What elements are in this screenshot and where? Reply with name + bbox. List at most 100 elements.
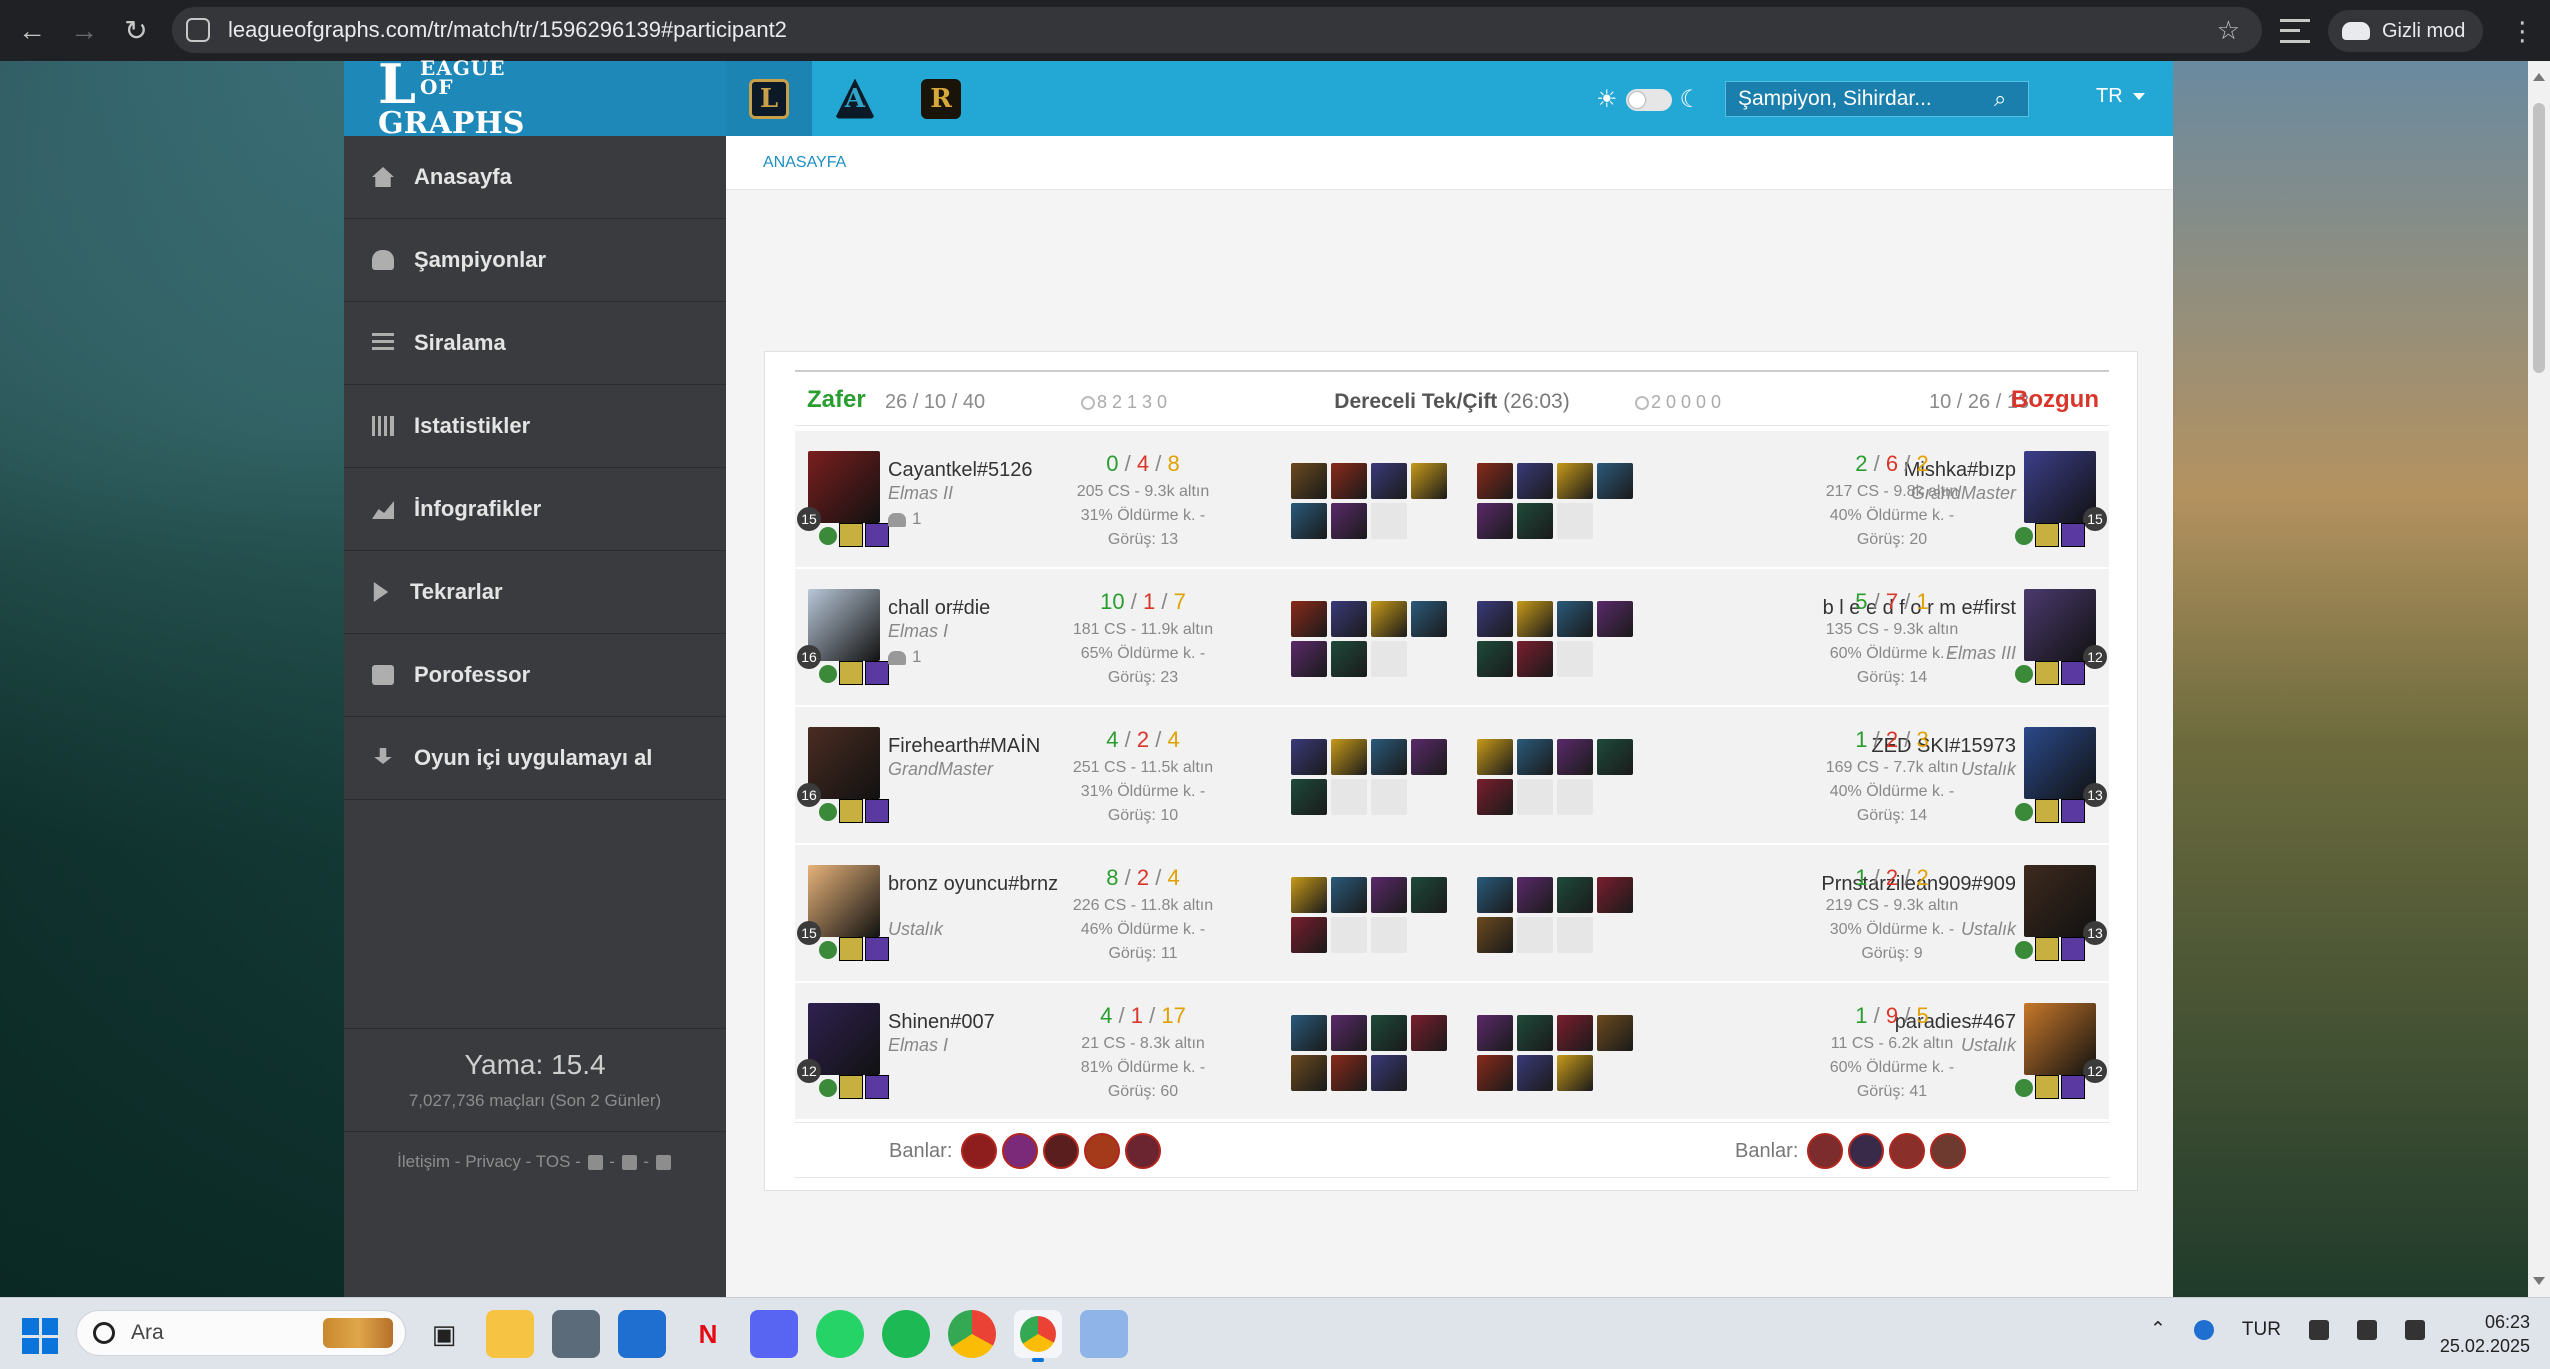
item-icon[interactable] (1331, 601, 1367, 637)
tab-league-of-legends[interactable]: L (726, 61, 812, 136)
item-icon[interactable] (1371, 1055, 1407, 1091)
netflix-icon[interactable]: N (684, 1310, 732, 1358)
tab-tft[interactable]: A (812, 61, 898, 136)
item-icon[interactable] (1477, 503, 1513, 539)
sidebar-item-download-app[interactable]: Oyun içi uygulamayı al (344, 717, 726, 800)
bookmark-star-icon[interactable]: ☆ (2217, 15, 2240, 46)
item-icon[interactable] (1331, 503, 1367, 539)
rune-icon[interactable] (2015, 1079, 2033, 1097)
file-explorer-icon[interactable] (486, 1310, 534, 1358)
item-icon[interactable] (1557, 739, 1593, 775)
spell-icon[interactable] (839, 523, 863, 547)
item-icon[interactable] (1477, 877, 1513, 913)
volume-icon[interactable] (2356, 1319, 2377, 1340)
sidebar-item-porofessor[interactable]: Porofessor (344, 634, 726, 717)
item-icon[interactable] (1291, 1015, 1327, 1051)
theme-switch[interactable] (1625, 88, 1672, 111)
item-icon[interactable] (1477, 463, 1513, 499)
spell-icon[interactable] (2061, 523, 2085, 547)
clock[interactable]: 06:23 25.02.2025 (2420, 1310, 2530, 1358)
item-icon[interactable] (1557, 601, 1593, 637)
discord-icon[interactable] (750, 1310, 798, 1358)
language-selector[interactable]: TR (2096, 85, 2145, 108)
scroll-thumb[interactable] (2533, 103, 2545, 373)
item-icon[interactable] (1517, 739, 1553, 775)
item-icon[interactable] (1597, 463, 1633, 499)
scroll-down-arrow[interactable] (2533, 1277, 2545, 1285)
item-icon[interactable] (1331, 641, 1367, 677)
spell-icon[interactable] (865, 661, 889, 685)
search-icon[interactable]: ⌕ (1994, 86, 2028, 112)
item-icon[interactable] (1291, 779, 1327, 815)
item-icon[interactable] (1517, 641, 1553, 677)
item-icon[interactable] (1517, 601, 1553, 637)
windows-start-button[interactable] (22, 1318, 58, 1354)
microphone-icon[interactable] (2193, 1319, 2214, 1340)
item-icon[interactable] (1477, 917, 1513, 953)
whatsapp-icon[interactable] (816, 1310, 864, 1358)
item-icon[interactable] (1557, 463, 1593, 499)
spell-icon[interactable] (865, 799, 889, 823)
item-icon[interactable] (1477, 1015, 1513, 1051)
item-icon[interactable] (1411, 739, 1447, 775)
item-icon[interactable] (1331, 1015, 1367, 1051)
reading-list-icon[interactable] (2280, 19, 2310, 43)
spell-icon[interactable] (865, 523, 889, 547)
browser-menu-icon[interactable]: ⋮ (2509, 16, 2535, 47)
rune-icon[interactable] (2015, 665, 2033, 683)
item-icon[interactable] (1517, 1015, 1553, 1051)
ban-champion-icon[interactable] (1930, 1133, 1967, 1169)
item-icon[interactable] (1597, 601, 1633, 637)
sidebar-item-infographics[interactable]: İnfografikler (344, 468, 726, 551)
ban-champion-icon[interactable] (1807, 1133, 1844, 1169)
contact-link[interactable]: İletişim (397, 1152, 450, 1171)
item-icon[interactable] (1517, 503, 1553, 539)
item-icon[interactable] (1557, 1055, 1593, 1091)
spell-icon[interactable] (2035, 937, 2059, 961)
taskbar-search-text[interactable]: Ara (131, 1321, 323, 1345)
item-icon[interactable] (1477, 1055, 1513, 1091)
item-icon[interactable] (1291, 601, 1327, 637)
item-icon[interactable] (1331, 877, 1367, 913)
ban-champion-icon[interactable] (1002, 1133, 1039, 1169)
item-icon[interactable] (1371, 877, 1407, 913)
rune-icon[interactable] (2015, 527, 2033, 545)
wifi-icon[interactable] (2308, 1319, 2329, 1340)
privacy-link[interactable]: Privacy (465, 1152, 521, 1171)
spell-icon[interactable] (865, 1075, 889, 1099)
rune-icon[interactable] (819, 941, 837, 959)
url-text[interactable]: leagueofgraphs.com/tr/match/tr/159629613… (228, 17, 787, 43)
site-settings-icon[interactable] (186, 18, 210, 42)
address-bar[interactable]: leagueofgraphs.com/tr/match/tr/159629613… (172, 7, 2262, 53)
rune-icon[interactable] (2015, 803, 2033, 821)
chrome-incognito-icon[interactable] (1014, 1310, 1062, 1362)
item-icon[interactable] (1517, 877, 1553, 913)
spell-icon[interactable] (2035, 523, 2059, 547)
taskbar-search[interactable]: Ara (76, 1310, 406, 1356)
spell-icon[interactable] (2061, 661, 2085, 685)
item-icon[interactable] (1411, 1015, 1447, 1051)
chrome-icon[interactable] (948, 1310, 996, 1358)
item-icon[interactable] (1557, 1015, 1593, 1051)
tab-runeterra[interactable]: R (898, 61, 984, 136)
sidebar-item-home[interactable]: Anasayfa (344, 136, 726, 219)
item-icon[interactable] (1371, 463, 1407, 499)
scroll-up-arrow[interactable] (2533, 73, 2545, 81)
spell-icon[interactable] (2061, 937, 2085, 961)
item-icon[interactable] (1411, 463, 1447, 499)
item-icon[interactable] (1291, 503, 1327, 539)
spell-icon[interactable] (839, 1075, 863, 1099)
back-button[interactable]: ← (12, 11, 52, 51)
ban-champion-icon[interactable] (1848, 1133, 1885, 1169)
item-icon[interactable] (1291, 463, 1327, 499)
sidebar-item-champions[interactable]: Şampiyonlar (344, 219, 726, 302)
item-icon[interactable] (1557, 877, 1593, 913)
spell-icon[interactable] (2035, 1075, 2059, 1099)
spell-icon[interactable] (2035, 661, 2059, 685)
spell-icon[interactable] (865, 937, 889, 961)
item-icon[interactable] (1371, 739, 1407, 775)
store-icon[interactable] (618, 1310, 666, 1358)
facebook-icon[interactable] (587, 1155, 603, 1171)
sidebar-item-stats[interactable]: Istatistikler (344, 385, 726, 468)
search-input[interactable]: Şampiyon, Sihirdar... (1738, 87, 1994, 111)
